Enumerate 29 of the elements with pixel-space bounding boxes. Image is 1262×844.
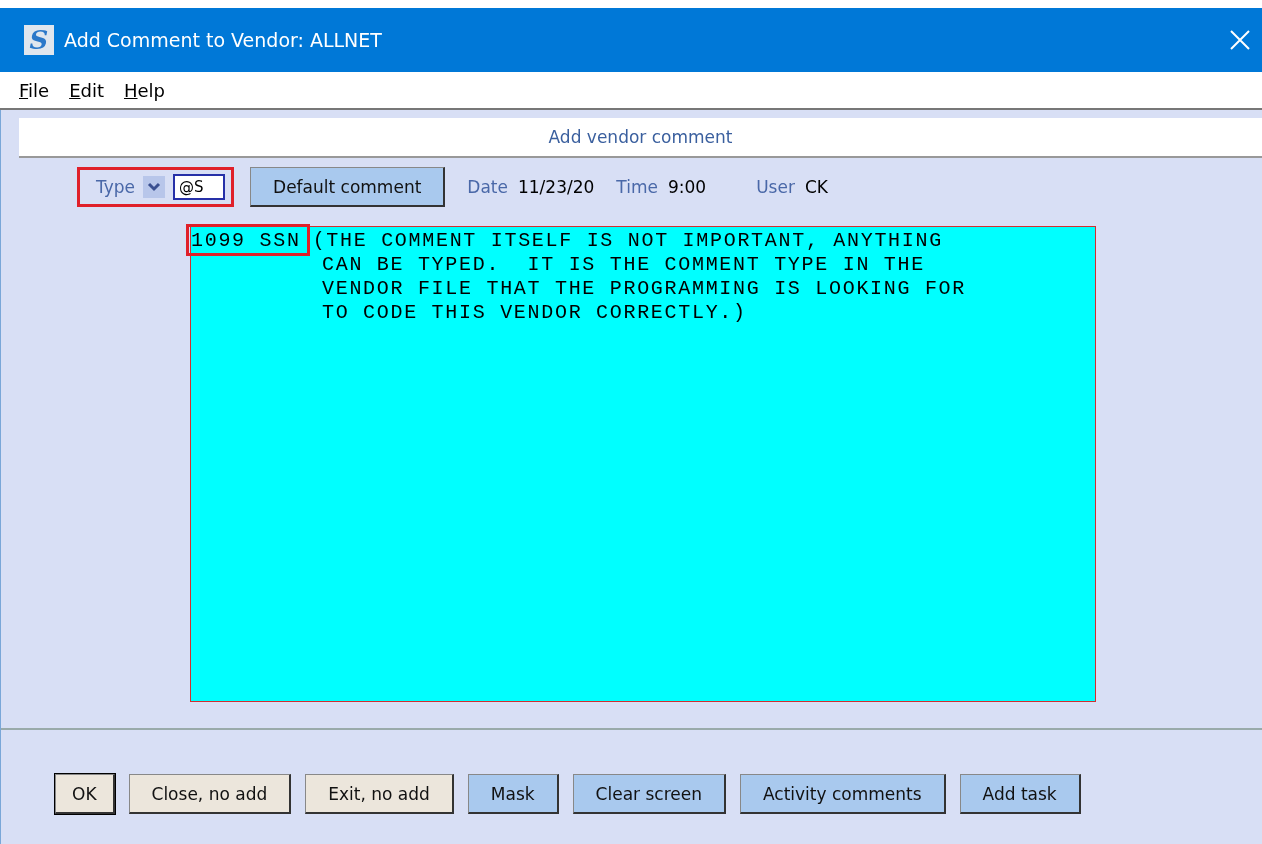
- action-button[interactable]: Add task: [959, 774, 1081, 814]
- user-value: CK: [804, 177, 828, 197]
- type-field[interactable]: @S: [173, 174, 226, 200]
- action-button[interactable]: Activity comments: [740, 774, 946, 814]
- action-button[interactable]: Mask: [467, 774, 559, 814]
- default-comment-button[interactable]: Default comment: [250, 167, 446, 207]
- menu-item[interactable]: Edit: [66, 79, 107, 101]
- comment-text: CAN BE TYPED. IT IS THE COMMENT TYPE IN THE: [322, 253, 925, 277]
- window-title: Add Comment to Vendor: ALLNET: [64, 29, 383, 51]
- comment-text: TO CODE THIS VENDOR CORRECTLY.): [322, 301, 747, 325]
- comment-type-tag: 1099 SSN: [189, 227, 307, 253]
- chevron-down-icon: [147, 182, 162, 192]
- action-button[interactable]: OK: [55, 774, 115, 814]
- dropdown-button[interactable]: [143, 176, 166, 198]
- date-label: Date: [467, 177, 508, 197]
- comment-text: (THE COMMENT ITSELF IS NOT IMPORTANT, ANYTHING: [312, 229, 943, 253]
- time-value: 9:00: [667, 177, 707, 197]
- user-label: User: [756, 177, 795, 197]
- menu-item[interactable]: Help: [121, 79, 169, 101]
- menu-item[interactable]: File: [16, 79, 53, 101]
- action-button[interactable]: Clear screen: [572, 774, 726, 814]
- type-label: Type: [96, 177, 136, 197]
- comment-text: VENDOR FILE THAT THE PROGRAMMING IS LOOKING FOR: [322, 277, 966, 301]
- section-title: Add vendor comment: [19, 118, 1262, 158]
- action-button[interactable]: Exit, no add: [305, 774, 454, 814]
- action-button[interactable]: Close, no add: [128, 774, 292, 814]
- time-label: Time: [616, 177, 658, 197]
- app-icon: S: [24, 25, 54, 55]
- date-value: 11/23/20: [518, 177, 595, 197]
